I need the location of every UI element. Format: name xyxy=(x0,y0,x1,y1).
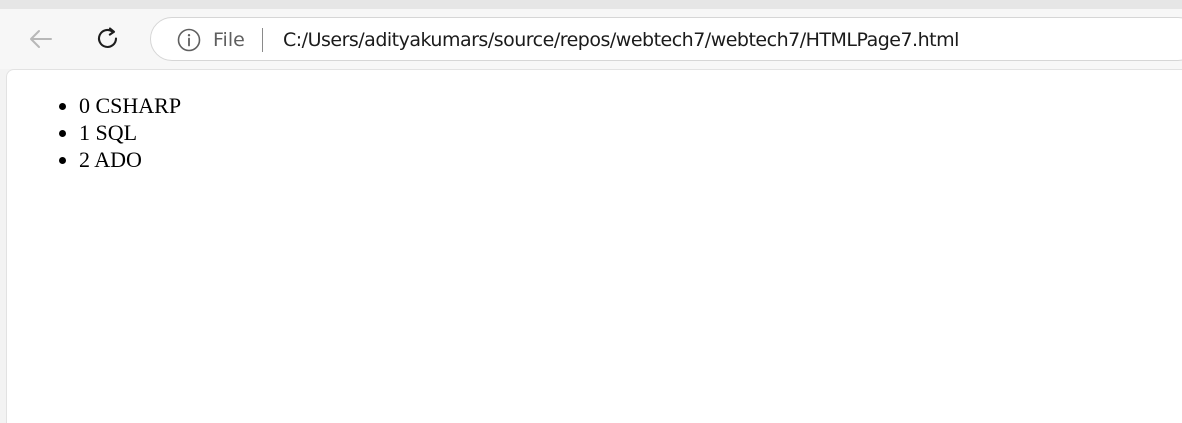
url-text[interactable]: C:/Users/adityakumars/source/repos/webte… xyxy=(283,29,959,51)
page-viewport: 0 CSHARP 1 SQL 2 ADO xyxy=(6,69,1182,423)
course-list: 0 CSHARP 1 SQL 2 ADO xyxy=(39,92,181,173)
list-item: 0 CSHARP xyxy=(79,92,181,119)
reload-button[interactable] xyxy=(90,21,126,57)
list-item: 2 ADO xyxy=(79,146,181,173)
address-separator xyxy=(262,28,263,52)
back-button[interactable] xyxy=(23,21,59,57)
browser-toolbar: File C:/Users/adityakumars/source/repos/… xyxy=(0,9,1182,69)
list-item: 1 SQL xyxy=(79,119,181,146)
reload-icon xyxy=(97,27,118,48)
info-icon[interactable] xyxy=(177,28,201,52)
arrow-left-icon xyxy=(30,30,52,48)
scheme-label: File xyxy=(213,29,245,51)
address-bar[interactable]: File C:/Users/adityakumars/source/repos/… xyxy=(150,17,1182,61)
window-top-strip xyxy=(0,0,1182,9)
